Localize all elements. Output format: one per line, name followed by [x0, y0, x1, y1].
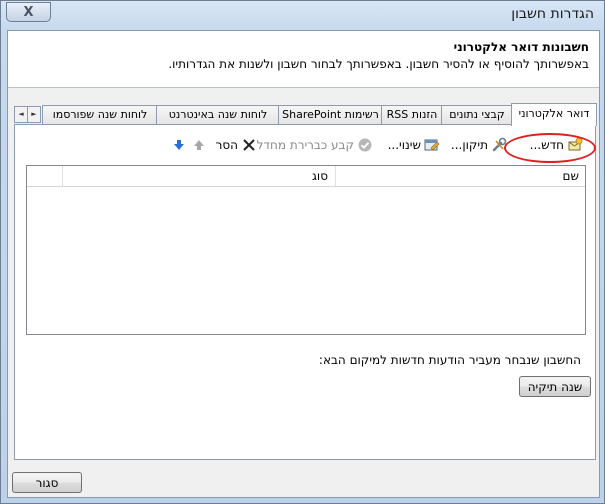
arrow-up-icon	[191, 137, 207, 153]
tab-scroll-left-button[interactable]: ◄	[14, 106, 28, 123]
change-button[interactable]: שינוי...	[388, 135, 440, 155]
close-button[interactable]: סגור	[12, 472, 82, 493]
arrow-left-icon: ◄	[18, 110, 24, 118]
remove-button[interactable]: הסר	[216, 135, 257, 155]
tab-data-files[interactable]: קבצי נתונים	[441, 105, 513, 125]
tab-rss-feeds[interactable]: הזנות RSS	[381, 105, 443, 125]
repair-button[interactable]: תיקון...	[451, 135, 507, 155]
header-title: חשבונות דואר אלקטרוני	[453, 40, 589, 54]
change-folder-button[interactable]: שנה תיקיה	[519, 376, 591, 397]
tab-strip: ◄ ► לוחות שנה שפורסמו לוחות שנה באינטרנט…	[14, 103, 597, 126]
tab-published-calendars[interactable]: לוחות שנה שפורסמו	[42, 105, 158, 125]
column-header-spacer	[27, 166, 61, 186]
dialog-client-area: חשבונות דואר אלקטרוני באפשרותך להוסיף או…	[7, 30, 600, 498]
repair-button-label: תיקון...	[450, 138, 488, 152]
header-section: חשבונות דואר אלקטרוני באפשרותך להוסיף או…	[8, 31, 599, 88]
highlight-annotation	[504, 133, 596, 163]
tab-scroll-right-button[interactable]: ►	[27, 106, 41, 123]
arrow-right-icon: ►	[31, 110, 37, 118]
delivery-location-text: החשבון שנבחר מעביר הודעות חדשות למיקום ה…	[318, 353, 581, 367]
check-circle-icon	[357, 137, 373, 153]
column-header-type[interactable]: סוג	[62, 166, 334, 186]
set-default-button-label: קבע כברירת מחדל	[256, 138, 354, 152]
change-button-label: שינוי...	[387, 138, 421, 152]
title-bar[interactable]: X הגדרות חשבון	[1, 1, 604, 29]
arrow-down-icon	[171, 137, 187, 153]
window-title: הגדרות חשבון	[511, 6, 594, 22]
accounts-list[interactable]: שם סוג	[26, 165, 586, 335]
column-header-name[interactable]: שם	[335, 166, 585, 186]
move-up-button[interactable]	[191, 135, 207, 155]
change-settings-icon	[424, 137, 440, 153]
list-header: שם סוג	[27, 166, 585, 187]
remove-x-icon	[241, 137, 257, 153]
move-down-button[interactable]	[171, 135, 187, 155]
tab-sharepoint-lists[interactable]: רשימות SharePoint	[278, 105, 383, 125]
tab-internet-calendars[interactable]: לוחות שנה באינטרנט	[156, 105, 280, 125]
remove-button-label: הסר	[215, 138, 238, 152]
close-icon: X	[23, 4, 34, 20]
set-default-button[interactable]: קבע כברירת מחדל	[257, 135, 373, 155]
header-description: באפשרותך להוסיף או להסיר חשבון. באפשרותך…	[168, 57, 589, 71]
email-tab-panel: חדש... תיקון... שינוי... קבע כברירת מחדל…	[14, 124, 596, 460]
account-settings-window: X הגדרות חשבון חשבונות דואר אלקטרוני באפ…	[0, 0, 605, 504]
tab-email[interactable]: דואר אלקטרוני	[511, 103, 597, 126]
window-close-button[interactable]: X	[6, 2, 51, 22]
